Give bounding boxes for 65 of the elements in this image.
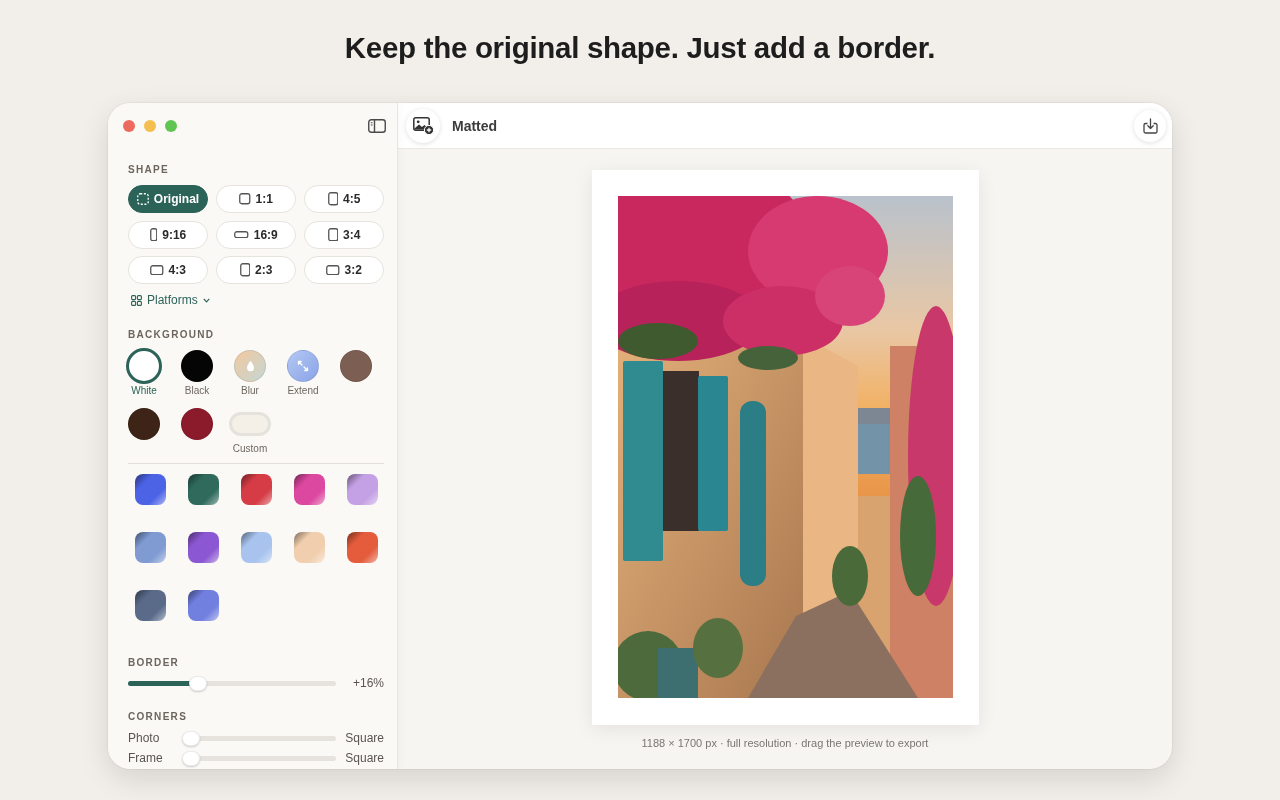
swatch-label: Blur [241,384,259,397]
rounded-rectangle-icon [326,264,340,276]
shape-option[interactable]: 2:3 [216,256,296,284]
color-swatch-icon[interactable] [126,348,162,384]
chevron-down-icon [202,297,210,303]
section-label: BACKGROUND [128,328,215,342]
gradient-swatch-icon[interactable] [187,590,219,621]
slider-thumb[interactable] [182,750,200,766]
close-window-icon[interactable] [123,120,135,132]
download-icon [1142,117,1158,134]
shape-option[interactable]: 16:9 [216,220,296,249]
gradient-swatch-icon[interactable] [187,532,219,563]
gradient-swatch-icon[interactable] [346,532,378,563]
rounded-rectangle-icon [150,264,164,276]
shape-option[interactable]: 3:2 [304,256,384,284]
photo-plus-icon [412,116,434,135]
sidebar-icon[interactable] [368,119,386,133]
slider-value: +16% [351,675,384,691]
download-button[interactable] [1134,109,1166,142]
rounded-rectangle-icon [234,230,249,239]
custom-swatch-icon[interactable] [229,412,271,436]
shape-option[interactable]: 3:4 [304,220,384,249]
section-label: SHAPE [128,163,169,177]
shape-option[interactable]: 1:1 [216,185,296,213]
slider[interactable] [182,750,336,766]
swatch-label: Extend [287,384,319,397]
gradient-swatch-icon[interactable] [187,474,219,505]
slider[interactable] [128,675,336,691]
gradient-swatch-icon[interactable] [134,590,166,621]
platforms-link[interactable]: Platforms [131,292,210,308]
slider-value: Square [344,750,384,766]
rounded-rectangle-icon [327,227,339,242]
add-photo-button[interactable] [406,108,440,143]
headline: Keep the original shape. Just add a border. [343,30,937,66]
photo-mat[interactable] [591,170,979,725]
slider-label: Photo [128,730,161,746]
swatch-label: Custom [232,442,268,455]
slider-value: Square [344,730,384,746]
rounded-rectangle-icon [327,192,339,206]
shape-option[interactable]: 4:3 [128,256,208,284]
gradient-swatch-icon[interactable] [134,532,166,563]
slider[interactable] [182,730,336,746]
dashed-square-icon [136,193,149,205]
rounded-rectangle-icon [149,227,158,242]
gradient-swatch-icon[interactable] [240,532,272,563]
gradient-swatch-icon[interactable] [134,474,166,505]
shape-option[interactable]: Original [128,185,208,213]
slider-thumb[interactable] [188,675,207,691]
shape-option[interactable]: 9:16 [128,220,208,249]
preview-caption: 1188 × 1700 px · full resolution · drag the preview to export [641,736,929,750]
rounded-rectangle-icon [239,193,251,205]
gradient-swatch-icon[interactable] [346,474,378,505]
swatch-label: White [131,384,157,397]
gradient-swatch-icon[interactable] [293,474,325,505]
shape-option[interactable]: 4:5 [304,185,384,213]
slider-thumb[interactable] [182,730,200,746]
gradient-swatch-icon[interactable] [240,474,272,505]
slider-label: Frame [128,750,164,766]
window-title: Matted [452,117,498,134]
section-label: CORNERS [128,710,188,724]
gradient-swatch-icon[interactable] [293,532,325,563]
section-label: BORDER [128,656,180,670]
rounded-rectangle-icon [239,263,251,277]
grid-icon [131,294,142,306]
swatch-label: Black [184,384,210,397]
